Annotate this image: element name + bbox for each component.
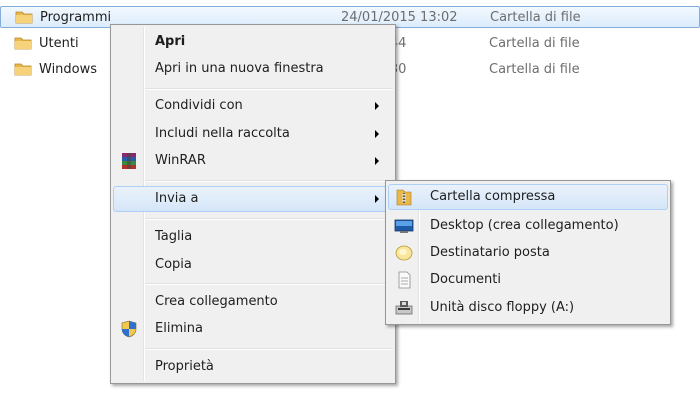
menu-item-cut[interactable]: Taglia xyxy=(113,224,393,250)
file-name: Utenti xyxy=(39,36,79,51)
menu-item-send-to[interactable]: Invia a xyxy=(113,186,393,212)
folder-icon xyxy=(14,63,32,76)
menu-item-delete[interactable]: Elimina xyxy=(113,316,393,342)
file-date: 24/01/2015 13:02 xyxy=(341,10,458,25)
menu-item-copy[interactable]: Copia xyxy=(113,252,393,278)
menu-item-floppy[interactable]: Unità disco floppy (A:) xyxy=(388,295,668,321)
menu-item-label: Desktop (crea collegamento) xyxy=(430,218,619,233)
folder-icon xyxy=(15,11,33,24)
menu-item-label: Proprietà xyxy=(155,359,214,374)
menu-item-label: Apri xyxy=(155,34,186,49)
zip-folder-icon xyxy=(396,189,412,206)
context-menu: Apri Apri in una nuova finestra Condivid… xyxy=(110,24,396,384)
send-to-submenu: Cartella compressa Desktop (crea collega… xyxy=(385,180,671,325)
floppy-drive-icon xyxy=(395,301,413,315)
winrar-icon xyxy=(122,153,136,169)
menu-item-mail-recipient[interactable]: Destinatario posta xyxy=(388,240,668,266)
menu-item-desktop[interactable]: Desktop (crea collegamento) xyxy=(388,213,668,239)
menu-item-compressed-folder[interactable]: Cartella compressa xyxy=(388,184,668,210)
folder-icon xyxy=(14,37,32,50)
menu-item-label: WinRAR xyxy=(155,153,206,168)
documents-icon xyxy=(398,271,411,289)
menu-item-create-shortcut[interactable]: Crea collegamento xyxy=(113,289,393,315)
menu-item-include-in-library[interactable]: Includi nella raccolta xyxy=(113,121,393,147)
menu-separator xyxy=(145,88,393,90)
menu-item-label: Invia a xyxy=(155,191,199,206)
menu-separator xyxy=(145,283,393,285)
menu-item-open[interactable]: Apri xyxy=(113,29,393,55)
menu-separator xyxy=(145,348,393,350)
menu-item-label: Documenti xyxy=(430,272,501,287)
menu-item-winrar[interactable]: WinRAR xyxy=(113,148,393,174)
menu-item-label: Taglia xyxy=(155,229,193,244)
file-name: Windows xyxy=(39,62,98,77)
menu-item-label: Elimina xyxy=(155,321,203,336)
menu-item-label: Copia xyxy=(155,257,192,272)
file-type: Cartella di file xyxy=(490,10,581,25)
menu-item-label: Includi nella raccolta xyxy=(155,126,290,141)
menu-item-label: Destinatario posta xyxy=(430,245,550,260)
submenu-arrow-icon xyxy=(375,195,379,203)
menu-separator xyxy=(145,180,393,182)
desktop-icon xyxy=(394,219,414,233)
menu-item-label: Crea collegamento xyxy=(155,294,278,309)
menu-separator xyxy=(145,218,393,220)
file-type: Cartella di file xyxy=(489,62,580,77)
submenu-arrow-icon xyxy=(375,130,379,138)
menu-item-label: Condividi con xyxy=(155,98,243,113)
file-name: Programmi xyxy=(40,10,112,25)
submenu-arrow-icon xyxy=(375,102,379,110)
menu-item-share-with[interactable]: Condividi con xyxy=(113,93,393,119)
menu-item-properties[interactable]: Proprietà xyxy=(113,354,393,380)
mail-recipient-icon xyxy=(395,245,413,261)
uac-shield-icon xyxy=(121,320,137,338)
menu-item-label: Unità disco floppy (A:) xyxy=(430,300,575,315)
submenu-arrow-icon xyxy=(375,157,379,165)
menu-item-documents[interactable]: Documenti xyxy=(388,267,668,293)
file-type: Cartella di file xyxy=(489,36,580,51)
menu-item-label: Cartella compressa xyxy=(430,189,556,204)
menu-item-label: Apri in una nuova finestra xyxy=(155,61,324,76)
menu-item-open-new-window[interactable]: Apri in una nuova finestra xyxy=(113,56,393,82)
